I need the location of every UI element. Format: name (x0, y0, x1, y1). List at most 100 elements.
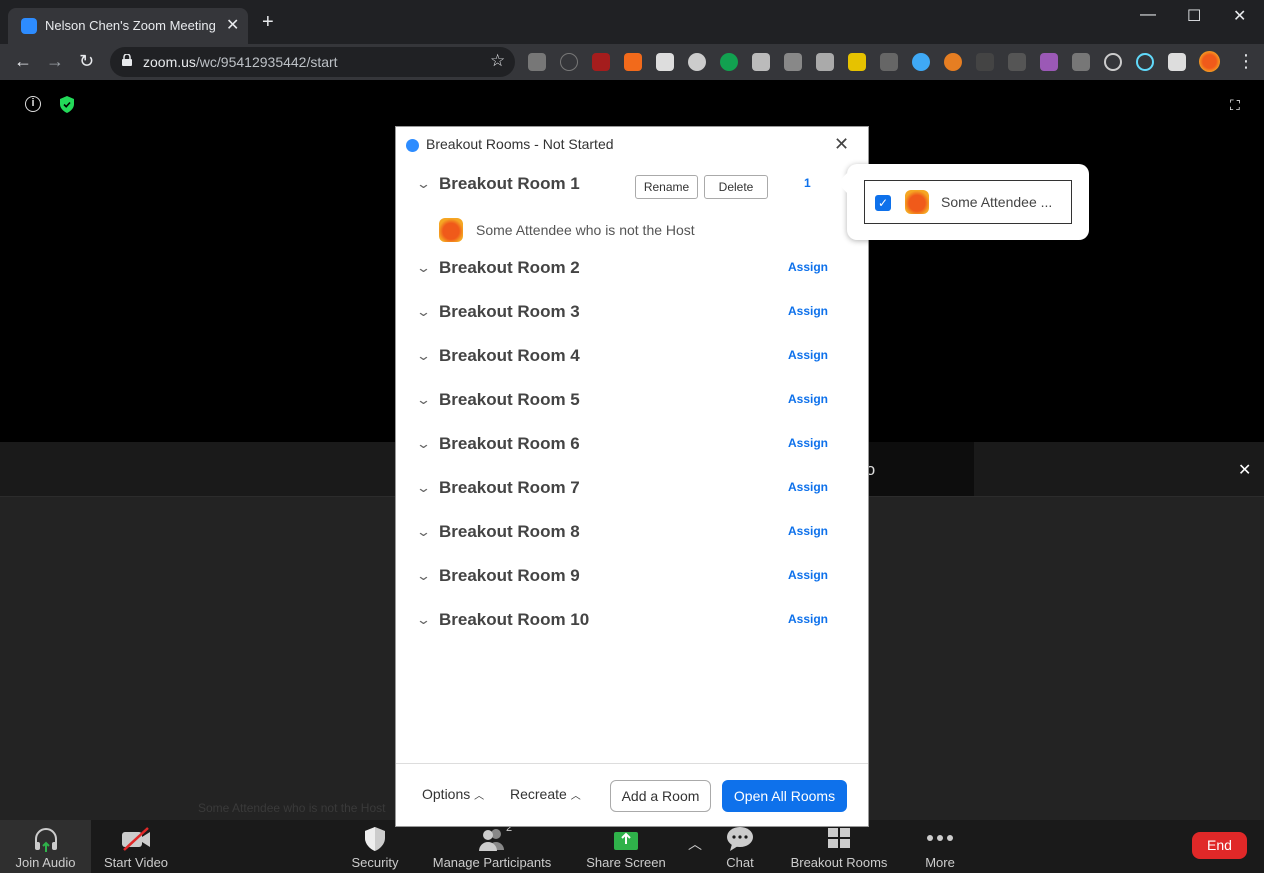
chevron-down-icon[interactable]: ⌄ (416, 524, 431, 540)
info-extension-icon[interactable] (560, 53, 578, 71)
room-row-3[interactable]: ⌄ Breakout Room 3 Assign (396, 294, 868, 338)
back-icon[interactable]: ← (14, 51, 32, 72)
audio-banner-close-icon[interactable]: ✕ (1238, 460, 1251, 480)
popover-attendee-item[interactable]: ✓ Some Attendee ... (864, 180, 1072, 224)
room-name: Breakout Room 5 (439, 390, 580, 409)
meeting-info-icon[interactable]: i (25, 96, 41, 112)
breakout-rooms-dialog: Breakout Rooms - Not Started ✕ ⌄ Breakou… (395, 126, 869, 827)
zoom-favicon-icon (21, 18, 37, 34)
fullscreen-icon[interactable]: ⛶ (1230, 97, 1240, 114)
room-participant-count[interactable]: 1 (804, 176, 811, 190)
share-options-chevron-icon[interactable]: ︿ (684, 820, 706, 873)
room-row-10[interactable]: ⌄ Breakout Room 10 Assign (396, 602, 868, 646)
checkbox-checked-icon[interactable]: ✓ (875, 195, 891, 211)
assign-link[interactable]: Assign (788, 524, 828, 538)
chevron-down-icon[interactable]: ⌄ (416, 480, 431, 496)
browser-toolbar: ← → ↻ zoom.us/wc/95412935442/start ☆ ⋮ (0, 44, 1264, 80)
recreate-menu-button[interactable]: Recreate ︿ (510, 786, 581, 802)
rename-room-button[interactable]: Rename (635, 175, 698, 199)
assign-link[interactable]: Assign (788, 348, 828, 362)
browser-menu-icon[interactable]: ⋮ (1237, 51, 1255, 72)
room-name: Breakout Room 7 (439, 478, 580, 497)
face-extension-icon[interactable] (944, 53, 962, 71)
target-extension-icon[interactable] (1104, 53, 1122, 71)
browser-tab-bar: Nelson Chen's Zoom Meeting ✕ + — ☐ ✕ (0, 0, 1264, 44)
minimize-icon[interactable]: — (1140, 6, 1156, 24)
chat-button[interactable]: Chat (712, 820, 768, 873)
address-bar[interactable]: zoom.us/wc/95412935442/start ☆ (110, 47, 515, 77)
open-all-rooms-button[interactable]: Open All Rooms (722, 780, 847, 812)
reload-icon[interactable]: ↻ (79, 51, 94, 72)
forward-icon[interactable]: → (46, 51, 64, 72)
manage-participants-button[interactable]: 2 Manage Participants (430, 820, 554, 873)
chevron-down-icon[interactable]: ⌄ (416, 392, 431, 408)
share-screen-button[interactable]: Share Screen (584, 820, 668, 873)
room-row-8[interactable]: ⌄ Breakout Room 8 Assign (396, 514, 868, 558)
highlight-extension-icon[interactable] (848, 53, 866, 71)
chevron-down-icon[interactable]: ⌄ (416, 176, 431, 192)
assign-link[interactable]: Assign (788, 260, 828, 274)
ublock-extension-icon[interactable] (592, 53, 610, 71)
star-extension-icon[interactable] (912, 53, 930, 71)
chevron-up-icon: ︿ (570, 791, 581, 802)
chevron-up-icon: ︿ (474, 791, 485, 802)
cloud-extension-icon[interactable] (656, 53, 674, 71)
react-extension-icon[interactable] (1136, 53, 1154, 71)
add-room-button[interactable]: Add a Room (610, 780, 711, 812)
end-meeting-button[interactable]: End (1192, 832, 1247, 859)
encryption-shield-icon[interactable] (59, 96, 75, 113)
extensions-puzzle-icon[interactable] (1168, 53, 1186, 71)
room-row-1[interactable]: ⌄ Breakout Room 1 1 (396, 166, 868, 210)
assign-link[interactable]: Assign (788, 436, 828, 450)
window-close-icon[interactable]: ✕ (1233, 6, 1246, 26)
tab-close-icon[interactable]: ✕ (226, 15, 239, 35)
chevron-down-icon[interactable]: ⌄ (416, 304, 431, 320)
chevron-down-icon[interactable]: ⌄ (416, 436, 431, 452)
evernote-extension-icon[interactable] (720, 53, 738, 71)
new-tab-button[interactable]: + (262, 12, 274, 32)
chevron-down-icon[interactable]: ⌄ (416, 348, 431, 364)
room-row-2[interactable]: ⌄ Breakout Room 2 Assign (396, 250, 868, 294)
room-row-4[interactable]: ⌄ Breakout Room 4 Assign (396, 338, 868, 382)
options-menu-button[interactable]: Options ︿ (422, 786, 484, 802)
chevron-down-icon[interactable]: ⌄ (416, 568, 431, 584)
mail-extension-icon[interactable] (528, 53, 546, 71)
assign-link[interactable]: Assign (788, 480, 828, 494)
assign-link[interactable]: Assign (788, 568, 828, 582)
maximize-icon[interactable]: ☐ (1187, 6, 1201, 26)
gear-extension-icon[interactable] (688, 53, 706, 71)
dialog-title: Breakout Rooms - Not Started (426, 136, 614, 152)
es-extension-icon[interactable] (1008, 53, 1026, 71)
chevron-down-icon[interactable]: ⌄ (416, 260, 431, 276)
chevron-down-icon[interactable]: ⌄ (416, 612, 431, 628)
room-row-9[interactable]: ⌄ Breakout Room 9 Assign (396, 558, 868, 602)
profile-avatar[interactable] (1199, 51, 1220, 72)
rss-extension-icon[interactable] (624, 53, 642, 71)
ghost-extension-icon[interactable] (1040, 53, 1058, 71)
cube-extension-icon[interactable] (976, 53, 994, 71)
room-name: Breakout Room 3 (439, 302, 580, 321)
room-row-6[interactable]: ⌄ Breakout Room 6 Assign (396, 426, 868, 470)
bookmark-star-icon[interactable]: ☆ (490, 51, 505, 71)
vue-extension-icon[interactable] (752, 53, 770, 71)
breakout-rooms-button[interactable]: Breakout Rooms (788, 820, 890, 873)
room-name: Breakout Room 8 (439, 522, 580, 541)
start-video-button[interactable]: Start Video (91, 820, 181, 873)
security-button[interactable]: Security (340, 820, 410, 873)
assign-link[interactable]: Assign (788, 612, 828, 626)
puzzle-extension-icon[interactable] (816, 53, 834, 71)
x-extension-icon[interactable] (880, 53, 898, 71)
room-row-5[interactable]: ⌄ Breakout Room 5 Assign (396, 382, 868, 426)
lock-icon (122, 54, 132, 66)
delete-room-button[interactable]: Delete (704, 175, 768, 199)
join-audio-button[interactable]: Join Audio (0, 820, 91, 873)
screen-extension-icon[interactable] (784, 53, 802, 71)
assign-link[interactable]: Assign (788, 392, 828, 406)
more-label: More (925, 855, 955, 870)
assign-link[interactable]: Assign (788, 304, 828, 318)
room-row-7[interactable]: ⌄ Breakout Room 7 Assign (396, 470, 868, 514)
browser-tab[interactable]: Nelson Chen's Zoom Meeting ✕ (8, 8, 248, 44)
more-button[interactable]: More (912, 820, 968, 873)
dialog-close-icon[interactable]: ✕ (834, 134, 849, 155)
lines-extension-icon[interactable] (1072, 53, 1090, 71)
